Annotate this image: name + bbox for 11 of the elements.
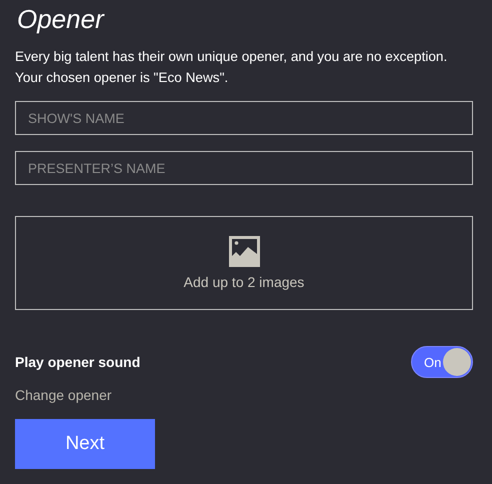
text-field[interactable]: SHOW'S NAME (15, 101, 473, 135)
toggle-switch[interactable]: On (411, 346, 473, 378)
page-title: Opener (17, 4, 106, 34)
image-upload-area[interactable]: Add up to 2 images (15, 216, 473, 310)
upload-label: Add up to 2 images (184, 274, 304, 290)
text-field[interactable]: PRESENTER’S NAME (15, 151, 473, 185)
image-icon (228, 236, 260, 267)
change-opener-link[interactable]: Change opener (15, 387, 473, 403)
description-text: Every big talent has their own unique opener, and you are no exception. Your chosen opener is "Eco News". (15, 48, 448, 87)
sound-label: Play opener sound (15, 354, 140, 370)
next-button[interactable]: Next (15, 419, 155, 469)
